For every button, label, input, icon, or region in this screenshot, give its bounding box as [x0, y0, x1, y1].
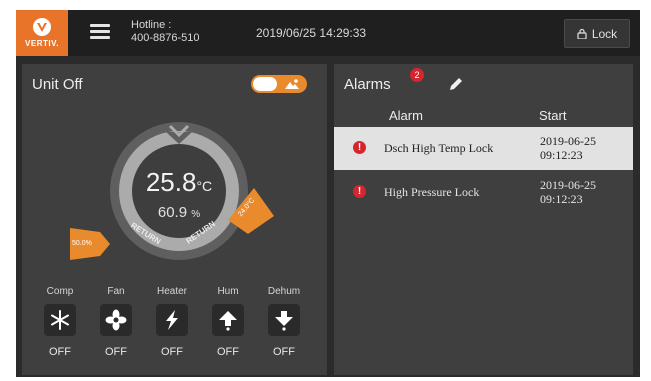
unit-status-title: Unit Off — [32, 76, 83, 93]
alarm-count-badge: 2 — [410, 68, 424, 82]
alarms-title: Alarms — [344, 76, 391, 93]
current-datetime: 2019/06/25 14:29:33 — [256, 26, 367, 40]
alarm-start-time: 09:12:23 — [540, 192, 583, 206]
temperature-setpoint-flag: 24.0°C — [226, 186, 276, 236]
component-label: Heater — [156, 286, 187, 297]
top-bar: VERTIV. Hotline : 400-8876-510 2019/06/2… — [16, 10, 640, 56]
temperature-readout: 25.8°C — [120, 167, 238, 198]
component-label: Fan — [107, 286, 125, 297]
component-status-row: Comp OFF Fan OFF Heater OFF Hum OFF Dehu… — [22, 286, 327, 376]
hotline: Hotline : 400-8876-510 — [131, 19, 200, 45]
edit-icon[interactable] — [448, 76, 464, 92]
component-fan[interactable]: Fan OFF — [96, 286, 136, 358]
logo-shield-icon — [33, 18, 51, 36]
unit-power-toggle[interactable] — [251, 75, 307, 93]
alarm-row[interactable]: ! Dsch High Temp Lock 2019-06-25 09:12:2… — [334, 127, 633, 170]
humidity-setpoint: 50.0% — [72, 240, 92, 247]
component-hum[interactable]: Hum OFF — [208, 286, 248, 358]
humidity-readout: 60.9 % — [120, 204, 238, 221]
column-header-start: Start — [539, 108, 567, 123]
arrow-up-icon — [212, 304, 244, 336]
component-state: OFF — [105, 346, 127, 358]
alarm-start: 2019-06-25 09:12:23 — [540, 178, 596, 206]
hotline-number: 400-8876-510 — [131, 32, 200, 44]
unit-panel: Unit Off 25.8°C 60.9 % RETURN RETURN 50.… — [22, 64, 327, 375]
alarm-start-time: 09:12:23 — [540, 148, 583, 162]
temperature-unit: °C — [196, 178, 213, 194]
component-heater[interactable]: Heater OFF — [152, 286, 192, 358]
alarm-start-date: 2019-06-25 — [540, 134, 596, 148]
fan-icon — [100, 304, 132, 336]
hmi-screen: VERTIV. Hotline : 400-8876-510 2019/06/2… — [16, 10, 640, 377]
lock-button[interactable]: Lock — [564, 19, 630, 48]
component-label: Comp — [46, 286, 74, 297]
toggle-knob — [253, 77, 277, 91]
alarms-panel: Alarms 2 Alarm Start ! Dsch High Temp Lo… — [334, 64, 633, 375]
snowflake-icon — [44, 304, 76, 336]
lightning-icon — [156, 304, 188, 336]
component-state: OFF — [273, 346, 295, 358]
alarm-name: High Pressure Lock — [384, 185, 480, 199]
temperature-value: 25.8 — [145, 167, 197, 197]
humidity-setpoint-flag: 50.0% — [70, 226, 110, 262]
alarm-start: 2019-06-25 09:12:23 — [540, 134, 596, 162]
image-icon — [285, 79, 299, 89]
alarm-warning-icon: ! — [353, 141, 366, 154]
component-dehum[interactable]: Dehum OFF — [264, 286, 304, 358]
setpoint-flag-right-icon — [228, 188, 274, 234]
lock-icon — [577, 28, 587, 39]
arrow-down-icon — [268, 304, 300, 336]
component-comp[interactable]: Comp OFF — [40, 286, 80, 358]
component-state: OFF — [217, 346, 239, 358]
brand-name: VERTIV. — [25, 39, 59, 48]
humidity-value: 60.9 — [157, 204, 188, 221]
vertiv-logo: VERTIV. — [16, 10, 68, 56]
humidity-unit: % — [191, 209, 201, 220]
lock-label: Lock — [591, 26, 618, 41]
menu-icon[interactable] — [90, 24, 110, 42]
component-state: OFF — [161, 346, 183, 358]
hotline-label: Hotline : — [131, 19, 172, 31]
alarm-name: Dsch High Temp Lock — [384, 141, 494, 155]
alarm-start-date: 2019-06-25 — [540, 178, 596, 192]
component-state: OFF — [49, 346, 71, 358]
alarm-row[interactable]: ! High Pressure Lock 2019-06-25 09:12:23 — [334, 171, 633, 214]
column-header-alarm: Alarm — [389, 108, 423, 123]
component-label: Dehum — [267, 286, 301, 297]
component-label: Hum — [217, 286, 239, 297]
alarm-warning-icon: ! — [353, 185, 366, 198]
